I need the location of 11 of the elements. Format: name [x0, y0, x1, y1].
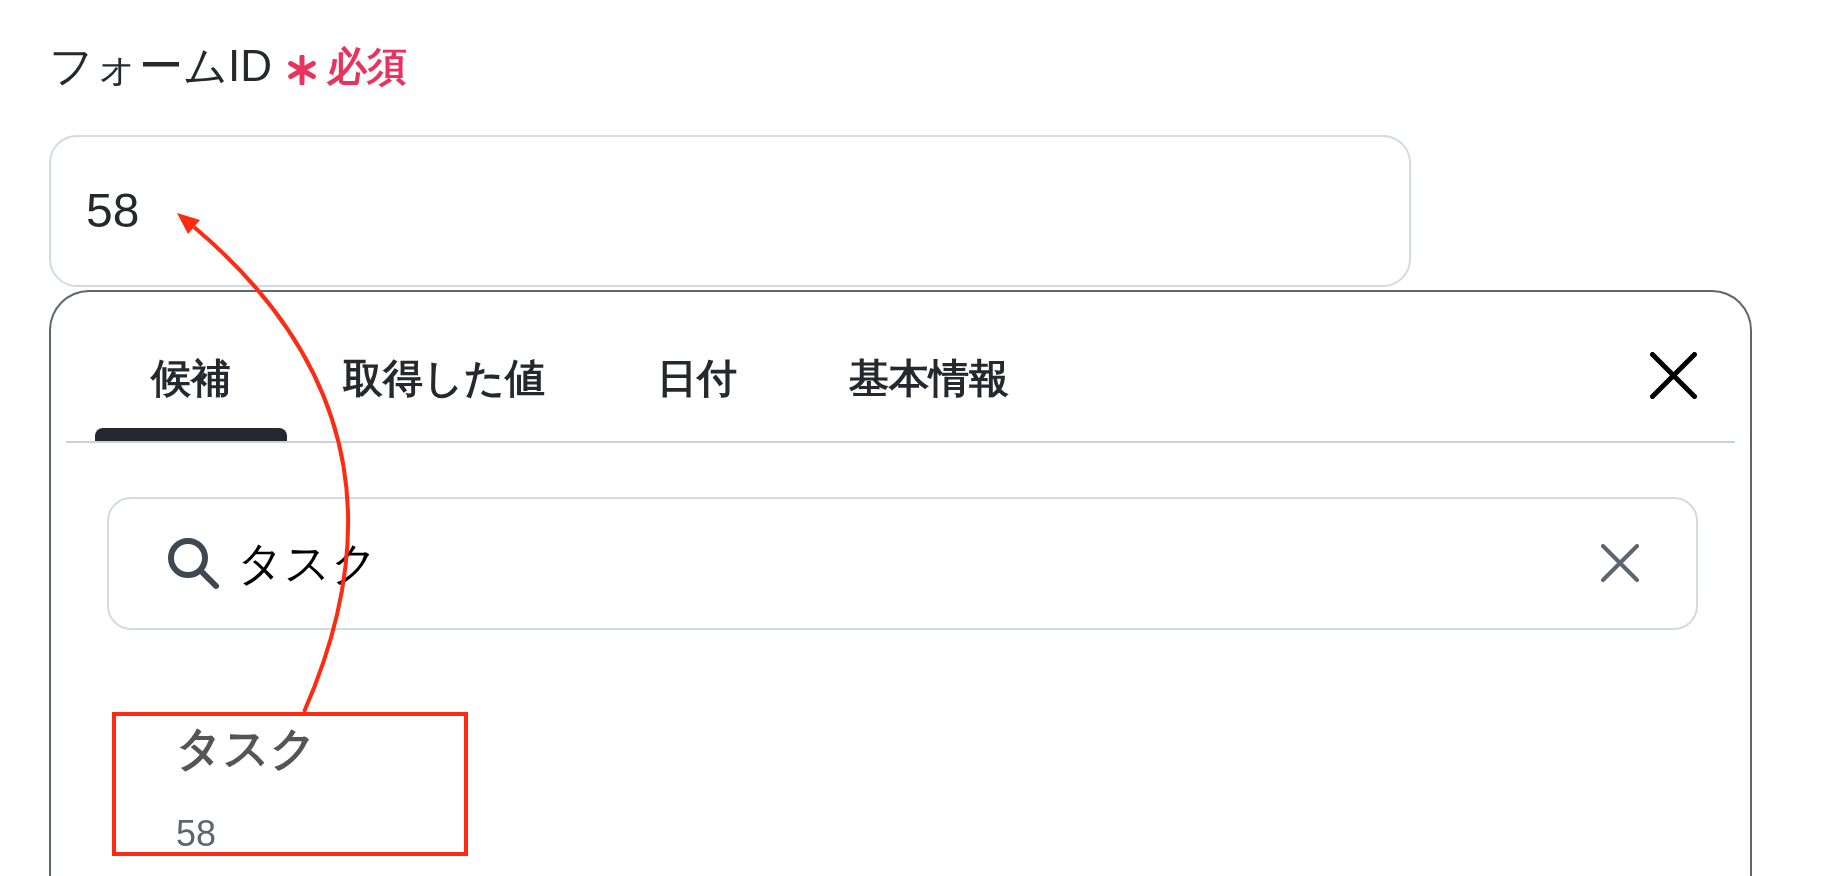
tab[interactable]: 日付 [601, 291, 793, 441]
clear-icon[interactable] [1601, 544, 1639, 583]
field-label: フォームID [49, 40, 272, 92]
required-label: 必須 [327, 43, 407, 91]
form-id-input[interactable]: 58 [49, 134, 1411, 287]
suggestion-option[interactable]: タスク 58 [176, 720, 317, 856]
tab[interactable]: 候補 [95, 291, 287, 441]
tab[interactable]: 基本情報 [793, 291, 1065, 441]
tab[interactable]: 取得した値 [287, 291, 601, 441]
close-icon[interactable] [1650, 351, 1697, 399]
search-icon [166, 536, 220, 591]
